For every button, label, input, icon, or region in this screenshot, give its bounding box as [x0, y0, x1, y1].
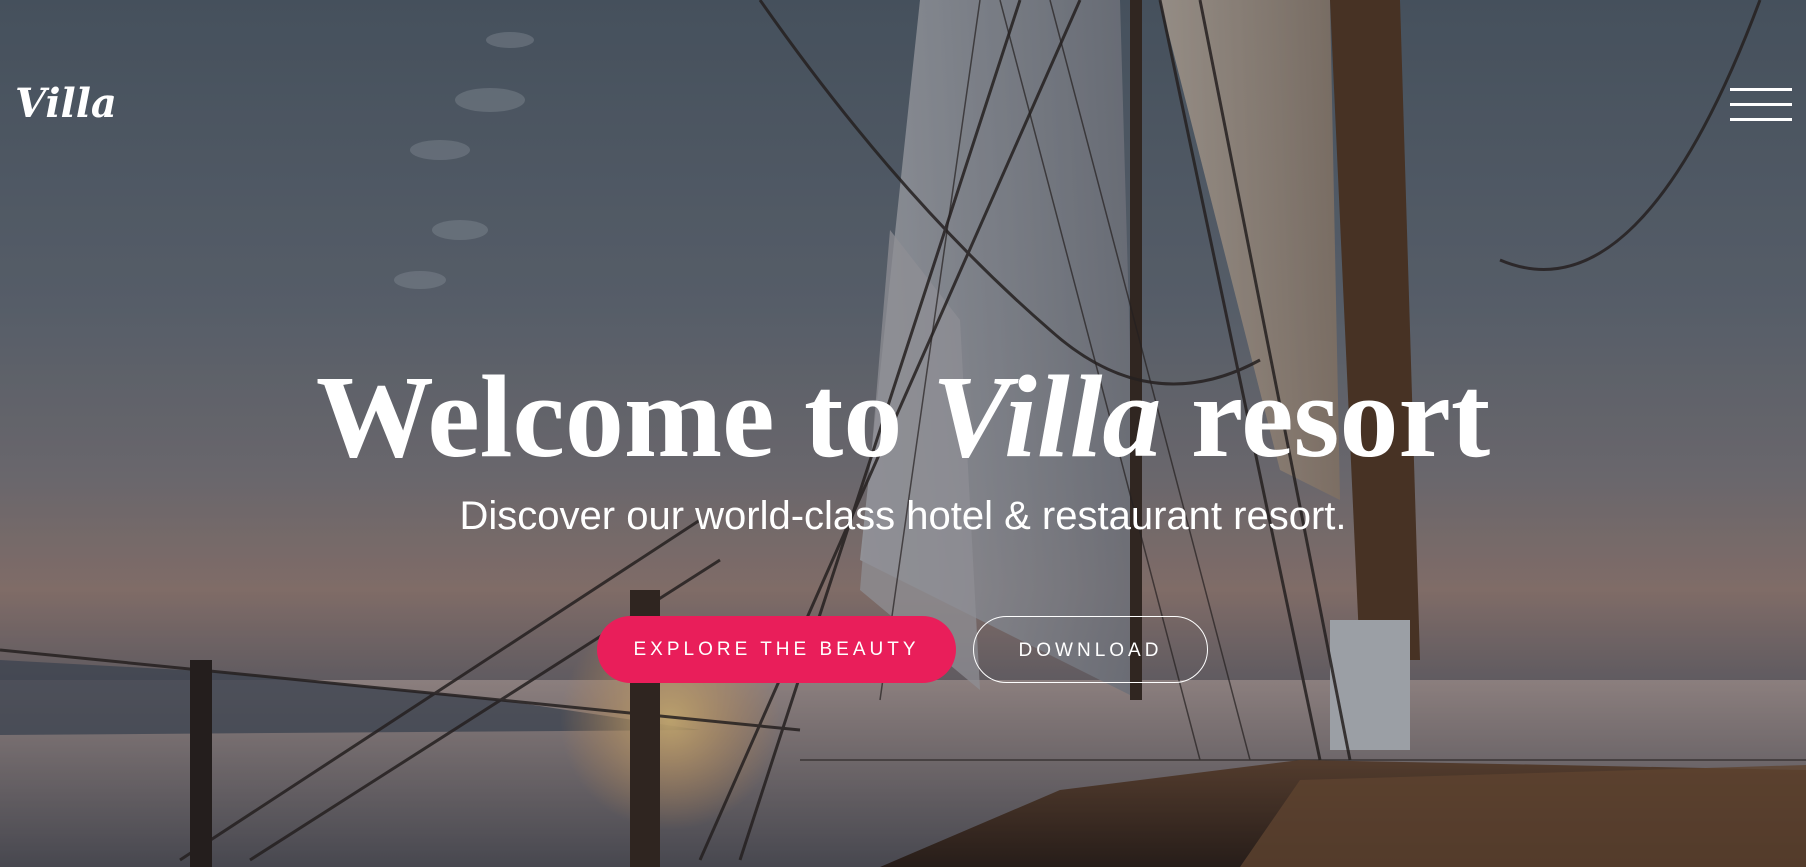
- hero-section: Villa Welcome to Villa resort Discover o…: [0, 0, 1806, 867]
- headline-text-emphasis: Villa: [931, 351, 1162, 482]
- menu-line: [1730, 103, 1792, 106]
- menu-line: [1730, 88, 1792, 91]
- headline-text-start: Welcome to: [315, 351, 903, 482]
- explore-the-beauty-button[interactable]: Explore the beauty: [597, 616, 956, 683]
- headline-text-end: resort: [1190, 351, 1491, 482]
- download-button[interactable]: Download: [973, 616, 1208, 683]
- hero-subtitle: Discover our world-class hotel & restaur…: [459, 494, 1347, 538]
- hamburger-menu-icon[interactable]: [1730, 86, 1792, 126]
- menu-line: [1730, 118, 1792, 121]
- site-logo[interactable]: Villa: [15, 84, 117, 124]
- hero-headline: Welcome to Villa resort: [0, 352, 1806, 482]
